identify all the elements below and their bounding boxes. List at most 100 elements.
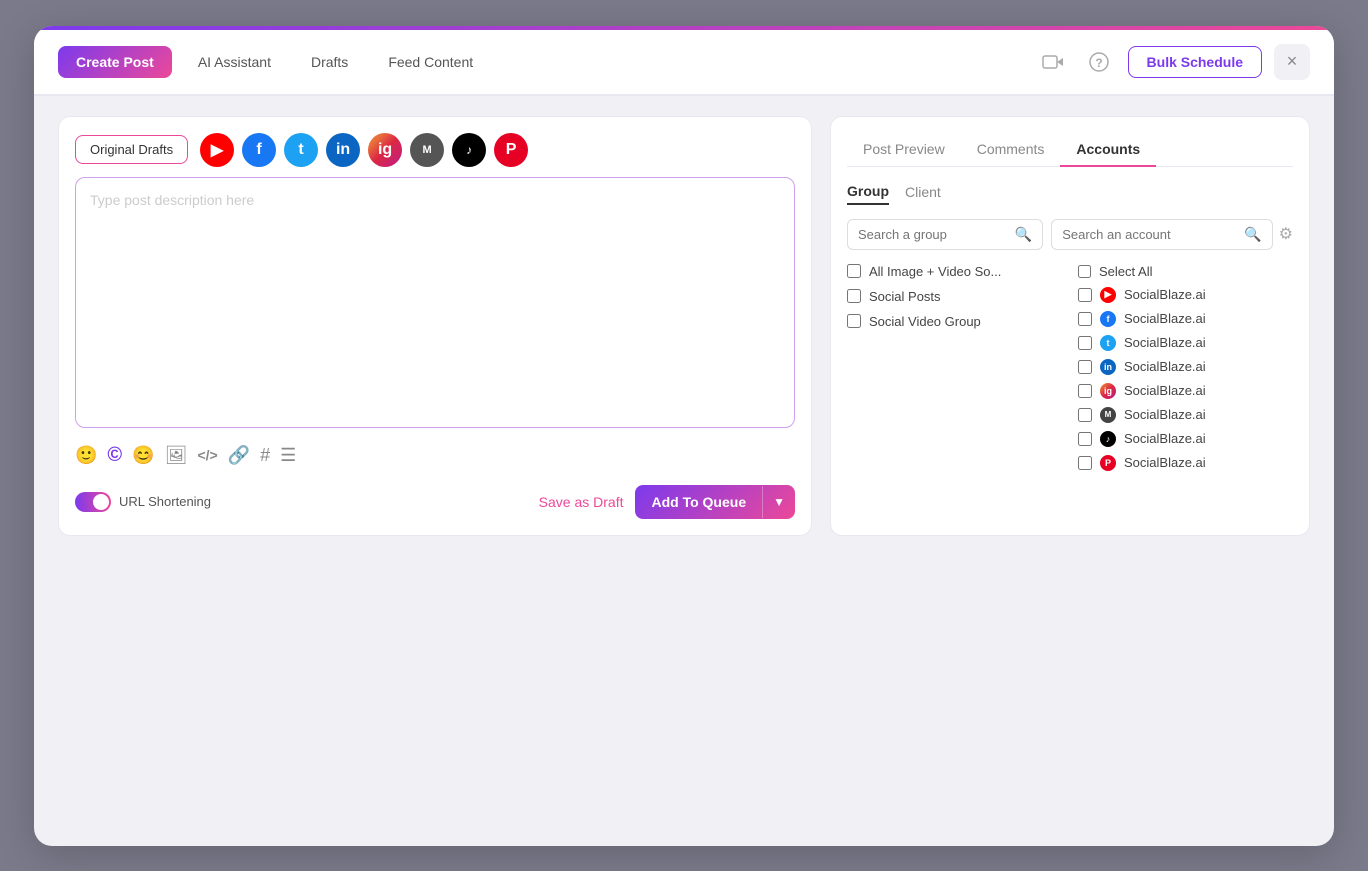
youtube-icon[interactable]: ▶	[200, 133, 234, 167]
account-item-1[interactable]: f SocialBlaze.ai	[1078, 311, 1293, 327]
group-checkbox-social-posts[interactable]	[847, 289, 861, 303]
sub-tab-client[interactable]: Client	[905, 183, 941, 205]
add-to-queue-label[interactable]: Add To Queue	[635, 485, 762, 519]
account-label-5: SocialBlaze.ai	[1124, 407, 1206, 422]
tab-ai-assistant[interactable]: AI Assistant	[184, 46, 285, 78]
main-content: Original Drafts ▶ f t in ig M ♪ P 🙂 © 😊	[34, 96, 1334, 556]
account-search-row: 🔍 ⚙	[1051, 219, 1293, 250]
list-icon[interactable]: ☰	[280, 445, 296, 466]
url-shortening-group: URL Shortening	[75, 492, 211, 512]
save-draft-button[interactable]: Save as Draft	[539, 494, 624, 510]
account-checkbox-3[interactable]	[1078, 360, 1092, 374]
account-label-1: SocialBlaze.ai	[1124, 311, 1206, 326]
tab-feed-content[interactable]: Feed Content	[374, 46, 487, 78]
social-icons-row: ▶ f t in ig M ♪ P	[200, 133, 528, 167]
account-checkbox-5[interactable]	[1078, 408, 1092, 422]
main-modal: Create Post AI Assistant Drafts Feed Con…	[34, 26, 1334, 846]
twitter-icon[interactable]: t	[284, 133, 318, 167]
account-item-7[interactable]: P SocialBlaze.ai	[1078, 455, 1293, 471]
account-checkbox-1[interactable]	[1078, 312, 1092, 326]
create-post-button[interactable]: Create Post	[58, 46, 172, 78]
account-item-0[interactable]: ▶ SocialBlaze.ai	[1078, 287, 1293, 303]
search-row: 🔍 🔍 ⚙	[847, 219, 1293, 250]
help-icon-button[interactable]: ?	[1082, 45, 1116, 79]
account-checkbox-0[interactable]	[1078, 288, 1092, 302]
account-item-6[interactable]: ♪ SocialBlaze.ai	[1078, 431, 1293, 447]
account-search-input[interactable]	[1062, 227, 1238, 242]
account-label-3: SocialBlaze.ai	[1124, 359, 1206, 374]
select-all-checkbox[interactable]	[1078, 265, 1091, 278]
video-icon-button[interactable]	[1036, 45, 1070, 79]
filter-button[interactable]: ⚙	[1279, 224, 1293, 244]
tab-drafts[interactable]: Drafts	[297, 46, 362, 78]
select-all-row: Select All	[1078, 264, 1293, 279]
account-item-5[interactable]: M SocialBlaze.ai	[1078, 407, 1293, 423]
account-search-button[interactable]: 🔍	[1244, 226, 1261, 243]
right-panel-tabs: Post Preview Comments Accounts	[847, 133, 1293, 167]
group-checkbox-all-image[interactable]	[847, 264, 861, 278]
emoji-picker-icon[interactable]: 🙂	[75, 445, 97, 466]
tiktok-icon[interactable]: ♪	[452, 133, 486, 167]
account-checkbox-2[interactable]	[1078, 336, 1092, 350]
account-dot-linkedin-3: in	[1100, 359, 1116, 375]
groups-column: All Image + Video So... Social Posts Soc…	[847, 264, 1062, 471]
close-icon: ×	[1287, 51, 1298, 72]
header: Create Post AI Assistant Drafts Feed Con…	[34, 30, 1334, 96]
tab-post-preview[interactable]: Post Preview	[847, 133, 961, 167]
video-icon	[1042, 53, 1064, 71]
meta-icon[interactable]: M	[410, 133, 444, 167]
add-to-queue-button[interactable]: Add To Queue ▼	[635, 485, 795, 519]
group-item-all-image[interactable]: All Image + Video So...	[847, 264, 1062, 279]
spinner-icon[interactable]: ©	[107, 444, 122, 467]
group-item-social-video[interactable]: Social Video Group	[847, 314, 1062, 329]
facebook-icon[interactable]: f	[242, 133, 276, 167]
close-button[interactable]: ×	[1274, 44, 1310, 80]
link-icon[interactable]: 🔗	[228, 445, 250, 466]
account-dot-twitter-2: t	[1100, 335, 1116, 351]
group-label-social-posts: Social Posts	[869, 289, 941, 304]
pinterest-icon[interactable]: P	[494, 133, 528, 167]
account-item-2[interactable]: t SocialBlaze.ai	[1078, 335, 1293, 351]
header-right-actions: ? Bulk Schedule ×	[1036, 44, 1310, 80]
account-dot-pinterest-7: P	[1100, 455, 1116, 471]
tab-comments[interactable]: Comments	[961, 133, 1061, 167]
instagram-icon[interactable]: ig	[368, 133, 402, 167]
group-checkbox-social-video[interactable]	[847, 314, 861, 328]
linkedin-icon[interactable]: in	[326, 133, 360, 167]
account-checkbox-7[interactable]	[1078, 456, 1092, 470]
account-dot-tiktok-6: ♪	[1100, 431, 1116, 447]
post-description-textarea[interactable]	[75, 177, 795, 428]
account-label-4: SocialBlaze.ai	[1124, 383, 1206, 398]
add-to-queue-dropdown-arrow[interactable]: ▼	[762, 486, 795, 518]
account-dot-instagram-4: ig	[1100, 383, 1116, 399]
original-drafts-tab[interactable]: Original Drafts	[75, 135, 188, 164]
account-item-4[interactable]: ig SocialBlaze.ai	[1078, 383, 1293, 399]
account-label-7: SocialBlaze.ai	[1124, 455, 1206, 470]
group-search-input[interactable]	[858, 227, 1009, 242]
account-item-3[interactable]: in SocialBlaze.ai	[1078, 359, 1293, 375]
account-dot-meta-5: M	[1100, 407, 1116, 423]
right-panel: Post Preview Comments Accounts Group Cli…	[830, 116, 1310, 536]
sub-tabs: Group Client	[847, 183, 1293, 205]
code-icon[interactable]: </>	[197, 447, 217, 463]
bulk-schedule-button[interactable]: Bulk Schedule	[1128, 46, 1262, 78]
tab-accounts[interactable]: Accounts	[1060, 133, 1156, 167]
sub-tab-group[interactable]: Group	[847, 183, 889, 205]
group-label-social-video: Social Video Group	[869, 314, 981, 329]
account-list: ▶ SocialBlaze.ai f SocialBlaze.ai t Soci…	[1078, 287, 1293, 471]
url-shortening-toggle[interactable]	[75, 492, 111, 512]
account-checkbox-6[interactable]	[1078, 432, 1092, 446]
hashtag-icon[interactable]: #	[260, 445, 270, 466]
image-icon[interactable]: 🖼	[165, 445, 188, 466]
account-label-2: SocialBlaze.ai	[1124, 335, 1206, 350]
group-item-social-posts[interactable]: Social Posts	[847, 289, 1062, 304]
account-checkbox-4[interactable]	[1078, 384, 1092, 398]
emoji-icon[interactable]: 😊	[132, 445, 154, 466]
group-list: All Image + Video So... Social Posts Soc…	[847, 264, 1062, 329]
editor-toolbar: 🙂 © 😊 🖼 </> 🔗 # ☰	[75, 438, 795, 473]
account-label-0: SocialBlaze.ai	[1124, 287, 1206, 302]
columns-layout: All Image + Video So... Social Posts Soc…	[847, 264, 1293, 471]
url-shortening-label: URL Shortening	[119, 494, 211, 509]
account-label-6: SocialBlaze.ai	[1124, 431, 1206, 446]
group-search-button[interactable]: 🔍	[1015, 226, 1032, 243]
